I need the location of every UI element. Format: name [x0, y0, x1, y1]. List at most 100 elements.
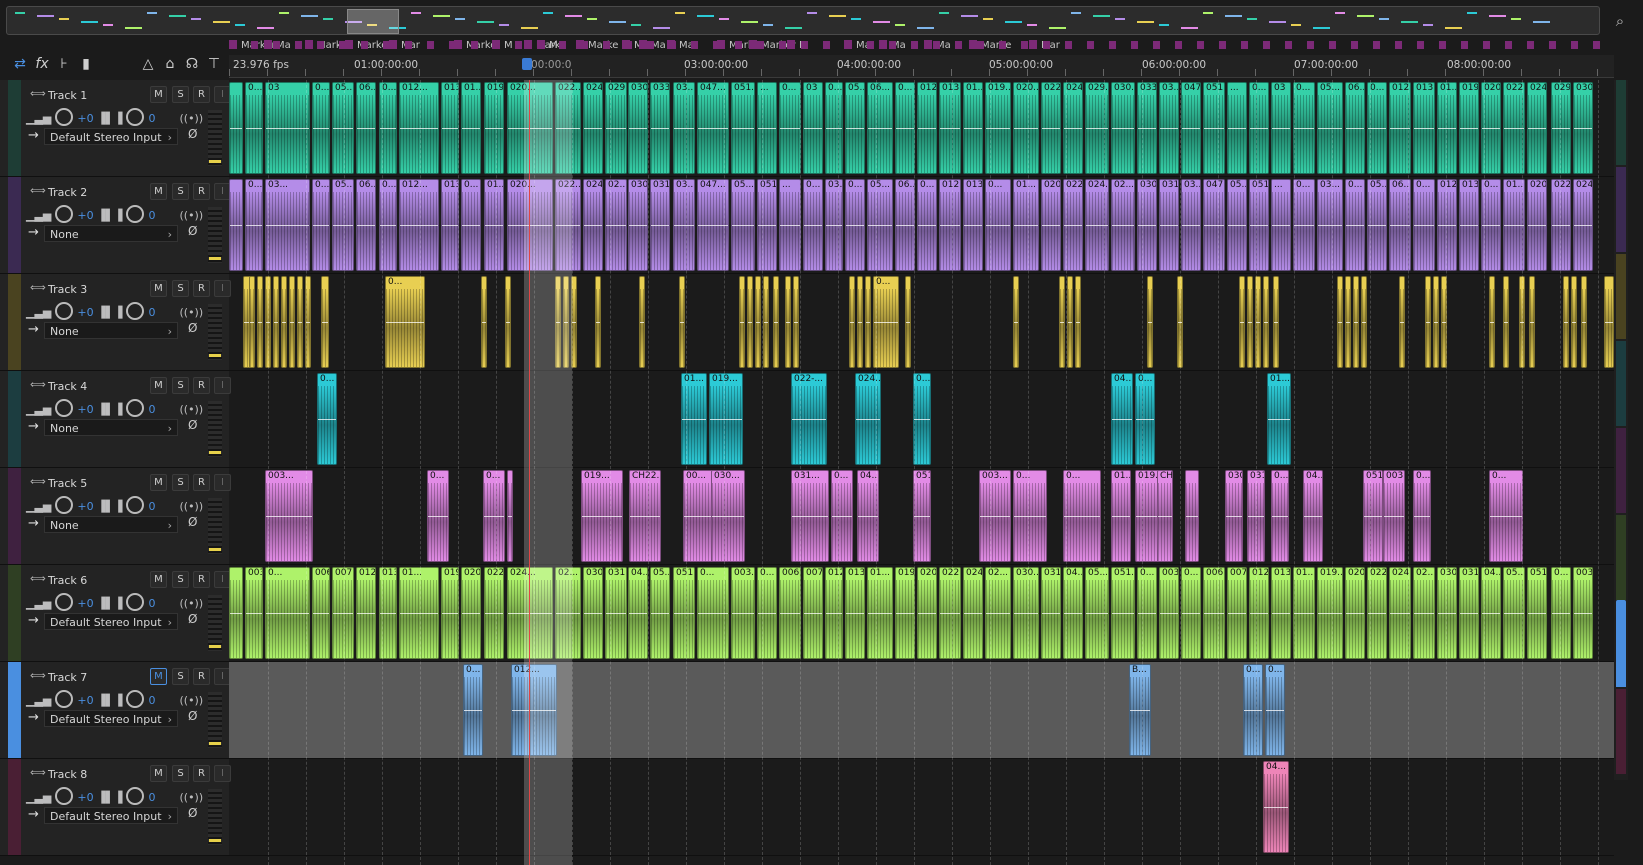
pan-value[interactable]: 0: [148, 403, 155, 416]
audio-clip[interactable]: 05...: [1317, 82, 1343, 174]
clip-volume-line[interactable]: [584, 128, 602, 129]
marker-flag-icon[interactable]: [361, 41, 368, 49]
volume-knob[interactable]: [55, 302, 74, 320]
audio-clip[interactable]: 024...: [1085, 179, 1109, 271]
audio-clip[interactable]: [1604, 276, 1614, 368]
track-input-select[interactable]: Default Stereo Input ›: [44, 613, 178, 630]
clip-volume-line[interactable]: [832, 516, 852, 517]
audio-clip[interactable]: [1013, 276, 1019, 368]
audio-clip[interactable]: 04...: [1303, 470, 1323, 562]
marker-flag-icon[interactable]: [933, 41, 940, 49]
marker-flag-icon[interactable]: [1263, 41, 1270, 49]
clip-volume-line[interactable]: [1014, 322, 1018, 323]
clip-volume-line[interactable]: [1294, 613, 1314, 614]
bars-icon[interactable]: ▮: [76, 54, 96, 74]
mute-button[interactable]: M: [150, 765, 167, 782]
clip-volume-line[interactable]: [596, 322, 600, 323]
marker-flag-icon[interactable]: [757, 41, 764, 49]
audio-clip[interactable]: [595, 276, 601, 368]
phase-invert-icon[interactable]: Ø: [188, 515, 197, 529]
audio-clip[interactable]: 0...: [1013, 470, 1047, 562]
clip-volume-line[interactable]: [230, 613, 242, 614]
audio-clip[interactable]: 0...: [312, 179, 330, 271]
clip-volume-line[interactable]: [266, 225, 309, 226]
audio-clip[interactable]: 06...: [356, 179, 376, 271]
clip-volume-line[interactable]: [1318, 613, 1342, 614]
clip-volume-line[interactable]: [1400, 322, 1404, 323]
audio-clip[interactable]: 003...: [1383, 470, 1405, 562]
track-color-stripe[interactable]: [8, 565, 21, 661]
mute-button[interactable]: M: [150, 668, 167, 685]
marker-flag-icon[interactable]: [251, 41, 258, 49]
marker-flag-icon[interactable]: [1241, 41, 1248, 49]
track-lane[interactable]: 0... 0...: [229, 274, 1614, 370]
audio-clip[interactable]: [1529, 276, 1535, 368]
solo-button[interactable]: S: [172, 280, 189, 297]
pan-value[interactable]: 0: [148, 694, 155, 707]
marker-flag-icon[interactable]: [1351, 41, 1358, 49]
audio-clip[interactable]: 019...: [1459, 82, 1479, 174]
marker-flag-icon[interactable]: [1373, 41, 1380, 49]
track-name[interactable]: Track 7: [48, 671, 87, 684]
audio-clip[interactable]: 0...: [385, 276, 425, 368]
audio-clip[interactable]: [249, 276, 255, 368]
audio-clip[interactable]: [1239, 276, 1245, 368]
record-button[interactable]: R: [193, 765, 210, 782]
clip-volume-line[interactable]: [1186, 516, 1198, 517]
clip-volume-line[interactable]: [710, 419, 742, 420]
audio-clip[interactable]: 051...: [1527, 567, 1547, 659]
audio-clip[interactable]: 0...: [1293, 179, 1315, 271]
clip-volume-line[interactable]: [1148, 322, 1152, 323]
audio-clip[interactable]: [1247, 276, 1253, 368]
audio-clip[interactable]: 030...: [1573, 82, 1593, 174]
clip-volume-line[interactable]: [1364, 516, 1382, 517]
clip-volume-line[interactable]: [1042, 225, 1060, 226]
clip-volume-line[interactable]: [462, 128, 480, 129]
audio-clip[interactable]: 0...: [1413, 179, 1435, 271]
audio-clip[interactable]: 022...: [555, 82, 581, 174]
marker-flag-icon[interactable]: [1439, 41, 1446, 49]
volume-value[interactable]: +0: [77, 597, 93, 610]
marker-flag-icon[interactable]: [1417, 41, 1424, 49]
audio-clip[interactable]: [1425, 276, 1431, 368]
pan-knob[interactable]: [126, 302, 145, 320]
audio-clip[interactable]: 031...: [791, 470, 829, 562]
drag-handle-icon[interactable]: ⟺: [30, 87, 46, 100]
clip-volume-line[interactable]: [792, 516, 828, 517]
fx-icon[interactable]: fx: [32, 54, 52, 74]
marker-flag-icon[interactable]: [1571, 41, 1578, 49]
pan-knob[interactable]: [126, 496, 145, 514]
clip-volume-line[interactable]: [313, 613, 329, 614]
clip-volume-line[interactable]: [896, 613, 914, 614]
audio-clip[interactable]: [1345, 276, 1351, 368]
audio-clip[interactable]: 02...: [555, 567, 581, 659]
pan-knob[interactable]: [126, 205, 145, 223]
audio-clip[interactable]: 01...: [1437, 82, 1457, 174]
audio-clip[interactable]: [1489, 276, 1495, 368]
clip-volume-line[interactable]: [1160, 613, 1178, 614]
clip-volume-line[interactable]: [1160, 225, 1178, 226]
mute-button[interactable]: M: [150, 571, 167, 588]
clip-volume-line[interactable]: [1390, 613, 1410, 614]
clip-volume-line[interactable]: [804, 225, 822, 226]
wireless-icon[interactable]: ((•)): [179, 306, 203, 319]
clip-volume-line[interactable]: [794, 322, 798, 323]
clip-volume-line[interactable]: [868, 613, 892, 614]
record-button[interactable]: R: [193, 280, 210, 297]
marker-flag-icon[interactable]: [779, 41, 786, 49]
clip-volume-line[interactable]: [1574, 225, 1592, 226]
clip-volume-line[interactable]: [1530, 322, 1534, 323]
clip-volume-line[interactable]: [1564, 322, 1568, 323]
audio-clip[interactable]: [507, 470, 513, 562]
clip-volume-line[interactable]: [400, 225, 438, 226]
clip-volume-line[interactable]: [1182, 128, 1200, 129]
clip-volume-line[interactable]: [732, 613, 754, 614]
audio-clip[interactable]: [1563, 276, 1569, 368]
clip-volume-line[interactable]: [680, 322, 684, 323]
audio-clip[interactable]: 020...: [1345, 567, 1365, 659]
clip-volume-line[interactable]: [1504, 613, 1524, 614]
audio-clip[interactable]: 0...: [1271, 470, 1289, 562]
clip-volume-line[interactable]: [1460, 225, 1478, 226]
clip-volume-line[interactable]: [756, 322, 760, 323]
clip-volume-line[interactable]: [1294, 225, 1314, 226]
